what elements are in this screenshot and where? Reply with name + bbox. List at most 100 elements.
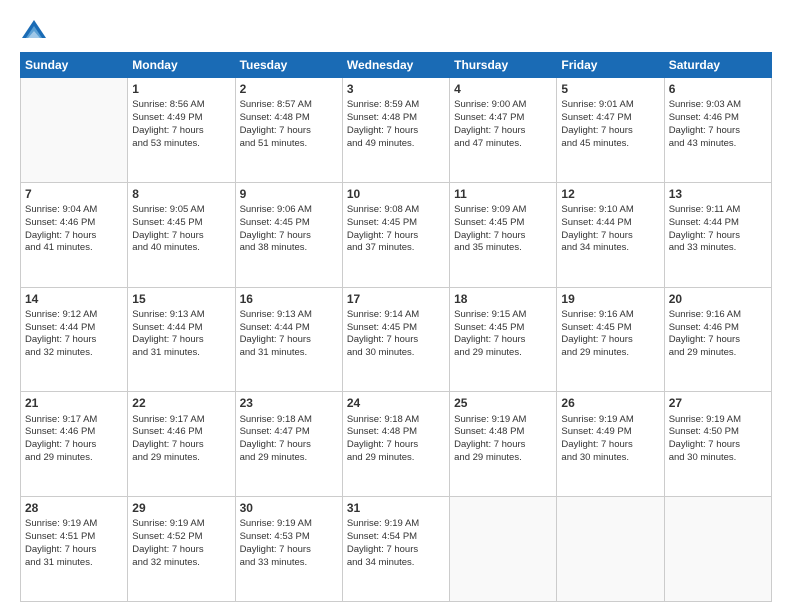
day-number: 3: [347, 81, 445, 97]
weekday-tuesday: Tuesday: [235, 53, 342, 78]
day-cell: 27 Sunrise: 9:19 AM Sunset: 4:50 PM Dayli…: [664, 392, 771, 497]
day-number: 18: [454, 291, 552, 307]
day-info: Sunrise: 9:12 AM Sunset: 4:44 PM Dayligh…: [25, 309, 123, 360]
day-cell: 31Sunrise: 9:19 AM Sunset: 4:54 PM Dayli…: [342, 497, 449, 602]
day-info: Sunrise: 9:06 AM Sunset: 4:45 PM Dayligh…: [240, 204, 338, 255]
day-cell: [664, 497, 771, 602]
day-info: Sunrise: 9:03 AM Sunset: 4:46 PM Dayligh…: [669, 99, 767, 150]
day-info: Sunrise: 9:10 AM Sunset: 4:44 PM Dayligh…: [561, 204, 659, 255]
day-info: Sunrise: 9:15 AM Sunset: 4:45 PM Dayligh…: [454, 309, 552, 360]
day-cell: 12Sunrise: 9:10 AM Sunset: 4:44 PM Dayli…: [557, 182, 664, 287]
day-cell: 7 Sunrise: 9:04 AM Sunset: 4:46 PM Daylig…: [21, 182, 128, 287]
day-info: Sunrise: 9:14 AM Sunset: 4:45 PM Dayligh…: [347, 309, 445, 360]
day-cell: 16 Sunrise: 9:13 AM Sunset: 4:44 PM Dayli…: [235, 287, 342, 392]
day-info: Sunrise: 9:18 AM Sunset: 4:48 PM Dayligh…: [347, 414, 445, 465]
day-number: 24: [347, 395, 445, 411]
day-info: Sunrise: 9:13 AM Sunset: 4:44 PM Dayligh…: [132, 309, 230, 360]
day-info: Sunrise: 9:09 AM Sunset: 4:45 PM Dayligh…: [454, 204, 552, 255]
day-cell: 25 Sunrise: 9:19 AM Sunset: 4:48 PM Dayli…: [450, 392, 557, 497]
day-cell: 20 Sunrise: 9:16 AM Sunset: 4:46 PM Dayli…: [664, 287, 771, 392]
weekday-header-row: SundayMondayTuesdayWednesdayThursdayFrid…: [21, 53, 772, 78]
day-number: 6: [669, 81, 767, 97]
day-info: Sunrise: 9:16 AM Sunset: 4:45 PM Dayligh…: [561, 309, 659, 360]
day-number: 30: [240, 500, 338, 516]
day-info: Sunrise: 9:19 AM Sunset: 4:51 PM Dayligh…: [25, 518, 123, 569]
day-info: Sunrise: 9:04 AM Sunset: 4:46 PM Dayligh…: [25, 204, 123, 255]
day-info: Sunrise: 9:17 AM Sunset: 4:46 PM Dayligh…: [132, 414, 230, 465]
day-info: Sunrise: 9:19 AM Sunset: 4:52 PM Dayligh…: [132, 518, 230, 569]
day-cell: 23 Sunrise: 9:18 AM Sunset: 4:47 PM Dayli…: [235, 392, 342, 497]
day-number: 27: [669, 395, 767, 411]
day-info: Sunrise: 8:59 AM Sunset: 4:48 PM Dayligh…: [347, 99, 445, 150]
day-cell: [557, 497, 664, 602]
day-number: 9: [240, 186, 338, 202]
week-row-2: 14 Sunrise: 9:12 AM Sunset: 4:44 PM Dayli…: [21, 287, 772, 392]
day-cell: 19 Sunrise: 9:16 AM Sunset: 4:45 PM Dayli…: [557, 287, 664, 392]
day-cell: 6 Sunrise: 9:03 AM Sunset: 4:46 PM Daylig…: [664, 78, 771, 183]
day-cell: [21, 78, 128, 183]
day-number: 20: [669, 291, 767, 307]
day-number: 4: [454, 81, 552, 97]
day-cell: 9 Sunrise: 9:06 AM Sunset: 4:45 PM Daylig…: [235, 182, 342, 287]
day-cell: 18 Sunrise: 9:15 AM Sunset: 4:45 PM Dayli…: [450, 287, 557, 392]
weekday-friday: Friday: [557, 53, 664, 78]
day-cell: 17 Sunrise: 9:14 AM Sunset: 4:45 PM Dayli…: [342, 287, 449, 392]
day-number: 14: [25, 291, 123, 307]
day-cell: 24 Sunrise: 9:18 AM Sunset: 4:48 PM Dayli…: [342, 392, 449, 497]
day-info: Sunrise: 9:16 AM Sunset: 4:46 PM Dayligh…: [669, 309, 767, 360]
day-info: Sunrise: 9:08 AM Sunset: 4:45 PM Dayligh…: [347, 204, 445, 255]
logo-icon: [20, 16, 48, 44]
day-cell: 21 Sunrise: 9:17 AM Sunset: 4:46 PM Dayli…: [21, 392, 128, 497]
day-number: 31: [347, 500, 445, 516]
day-cell: 13 Sunrise: 9:11 AM Sunset: 4:44 PM Dayli…: [664, 182, 771, 287]
day-cell: 10 Sunrise: 9:08 AM Sunset: 4:45 PM Dayli…: [342, 182, 449, 287]
day-info: Sunrise: 9:01 AM Sunset: 4:47 PM Dayligh…: [561, 99, 659, 150]
week-row-4: 28 Sunrise: 9:19 AM Sunset: 4:51 PM Dayli…: [21, 497, 772, 602]
day-number: 21: [25, 395, 123, 411]
week-row-0: 1Sunrise: 8:56 AM Sunset: 4:49 PM Daylig…: [21, 78, 772, 183]
day-info: Sunrise: 9:18 AM Sunset: 4:47 PM Dayligh…: [240, 414, 338, 465]
day-number: 2: [240, 81, 338, 97]
day-number: 19: [561, 291, 659, 307]
day-cell: 3 Sunrise: 8:59 AM Sunset: 4:48 PM Daylig…: [342, 78, 449, 183]
day-number: 16: [240, 291, 338, 307]
day-number: 26: [561, 395, 659, 411]
day-info: Sunrise: 8:56 AM Sunset: 4:49 PM Dayligh…: [132, 99, 230, 150]
day-cell: 22 Sunrise: 9:17 AM Sunset: 4:46 PM Dayli…: [128, 392, 235, 497]
day-number: 25: [454, 395, 552, 411]
day-cell: 1Sunrise: 8:56 AM Sunset: 4:49 PM Daylig…: [128, 78, 235, 183]
day-cell: 15 Sunrise: 9:13 AM Sunset: 4:44 PM Dayli…: [128, 287, 235, 392]
day-number: 7: [25, 186, 123, 202]
weekday-sunday: Sunday: [21, 53, 128, 78]
day-number: 13: [669, 186, 767, 202]
day-number: 23: [240, 395, 338, 411]
day-info: Sunrise: 9:19 AM Sunset: 4:48 PM Dayligh…: [454, 414, 552, 465]
day-info: Sunrise: 9:19 AM Sunset: 4:53 PM Dayligh…: [240, 518, 338, 569]
weekday-saturday: Saturday: [664, 53, 771, 78]
day-info: Sunrise: 9:05 AM Sunset: 4:45 PM Dayligh…: [132, 204, 230, 255]
day-cell: 8 Sunrise: 9:05 AM Sunset: 4:45 PM Daylig…: [128, 182, 235, 287]
weekday-wednesday: Wednesday: [342, 53, 449, 78]
week-row-1: 7 Sunrise: 9:04 AM Sunset: 4:46 PM Daylig…: [21, 182, 772, 287]
day-number: 29: [132, 500, 230, 516]
day-cell: 29 Sunrise: 9:19 AM Sunset: 4:52 PM Dayli…: [128, 497, 235, 602]
day-number: 28: [25, 500, 123, 516]
day-cell: 14 Sunrise: 9:12 AM Sunset: 4:44 PM Dayli…: [21, 287, 128, 392]
day-number: 17: [347, 291, 445, 307]
day-cell: 11Sunrise: 9:09 AM Sunset: 4:45 PM Dayli…: [450, 182, 557, 287]
header: [20, 16, 772, 44]
day-number: 15: [132, 291, 230, 307]
day-info: Sunrise: 9:17 AM Sunset: 4:46 PM Dayligh…: [25, 414, 123, 465]
day-info: Sunrise: 9:19 AM Sunset: 4:50 PM Dayligh…: [669, 414, 767, 465]
day-cell: 26Sunrise: 9:19 AM Sunset: 4:49 PM Dayli…: [557, 392, 664, 497]
day-number: 22: [132, 395, 230, 411]
calendar: SundayMondayTuesdayWednesdayThursdayFrid…: [20, 52, 772, 602]
day-number: 5: [561, 81, 659, 97]
day-info: Sunrise: 9:13 AM Sunset: 4:44 PM Dayligh…: [240, 309, 338, 360]
day-number: 8: [132, 186, 230, 202]
day-number: 10: [347, 186, 445, 202]
calendar-header: SundayMondayTuesdayWednesdayThursdayFrid…: [21, 53, 772, 78]
day-info: Sunrise: 9:11 AM Sunset: 4:44 PM Dayligh…: [669, 204, 767, 255]
logo: [20, 16, 52, 44]
day-cell: 28 Sunrise: 9:19 AM Sunset: 4:51 PM Dayli…: [21, 497, 128, 602]
